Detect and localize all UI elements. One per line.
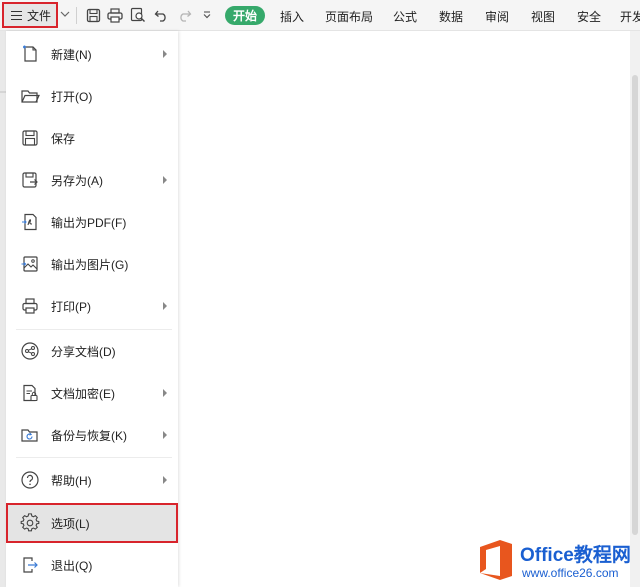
chevron-down-icon[interactable] bbox=[60, 9, 70, 19]
undo-icon[interactable] bbox=[152, 6, 170, 24]
encrypt-doc-icon bbox=[23, 384, 38, 402]
menu-item-options[interactable]: 选项(L) bbox=[6, 503, 178, 543]
export-image-icon bbox=[21, 256, 38, 272]
menu-item-help[interactable]: 帮助(H) bbox=[6, 460, 178, 500]
save-icon[interactable] bbox=[84, 6, 102, 24]
submenu-arrow-icon bbox=[163, 431, 167, 439]
tab-review[interactable]: 审阅 bbox=[485, 8, 509, 25]
menu-item-backup-restore[interactable]: 备份与恢复(K) bbox=[6, 415, 178, 455]
menu-item-export-image[interactable]: 输出为图片(G) bbox=[6, 244, 178, 284]
gear-icon bbox=[20, 513, 40, 532]
tab-page-layout[interactable]: 页面布局 bbox=[325, 8, 373, 25]
customize-arrow-icon[interactable] bbox=[198, 6, 216, 24]
tab-data[interactable]: 数据 bbox=[439, 8, 463, 25]
print-preview-icon[interactable] bbox=[129, 6, 147, 24]
print-icon[interactable] bbox=[106, 6, 124, 24]
new-file-icon bbox=[23, 45, 37, 62]
menu-item-save-as[interactable]: 另存为(A) bbox=[6, 160, 178, 200]
file-menu: 新建(N) 打开(O) 保存 另存为(A) 输出为PDF(F) 输出为图片(G)… bbox=[6, 31, 178, 587]
print-icon bbox=[22, 298, 38, 314]
menu-item-exit[interactable]: 退出(Q) bbox=[6, 545, 178, 585]
menu-item-new[interactable]: 新建(N) bbox=[6, 34, 178, 74]
help-icon bbox=[21, 471, 39, 489]
vertical-scrollbar[interactable] bbox=[630, 31, 640, 587]
tab-formulas[interactable]: 公式 bbox=[393, 8, 417, 25]
export-pdf-icon bbox=[22, 213, 37, 231]
toolbar-divider bbox=[76, 7, 77, 24]
tab-start[interactable]: 开始 bbox=[225, 6, 265, 25]
menu-item-label: 另存为(A) bbox=[51, 173, 103, 188]
menu-item-share[interactable]: 分享文档(D) bbox=[6, 331, 178, 371]
menu-item-label: 输出为图片(G) bbox=[51, 257, 129, 272]
menu-item-label: 新建(N) bbox=[51, 47, 92, 62]
menu-item-label: 保存 bbox=[51, 131, 76, 146]
save-as-icon bbox=[22, 172, 38, 188]
menu-divider bbox=[16, 329, 172, 330]
menu-item-label: 分享文档(D) bbox=[51, 344, 116, 359]
submenu-arrow-icon bbox=[163, 389, 167, 397]
file-menu-button[interactable]: 文件 bbox=[2, 2, 58, 28]
top-toolbar: 文件 开始 插入 页面布局 公式 数据 审阅 视图 安全 开发 bbox=[0, 0, 640, 31]
share-icon bbox=[21, 342, 39, 360]
backup-restore-icon bbox=[21, 429, 38, 442]
watermark-brand: Office教程网 bbox=[520, 545, 631, 566]
submenu-arrow-icon bbox=[163, 476, 167, 484]
tab-insert[interactable]: 插入 bbox=[280, 8, 304, 25]
menu-divider bbox=[16, 457, 172, 458]
menu-item-label: 帮助(H) bbox=[51, 473, 92, 488]
watermark: Office教程网 www.office26.com bbox=[474, 530, 640, 587]
menu-item-export-pdf[interactable]: 输出为PDF(F) bbox=[6, 202, 178, 242]
document-area[interactable] bbox=[178, 31, 630, 587]
tab-security[interactable]: 安全 bbox=[577, 8, 601, 25]
redo-icon[interactable] bbox=[175, 6, 193, 24]
menu-item-label: 输出为PDF(F) bbox=[51, 215, 127, 230]
menu-item-label: 备份与恢复(K) bbox=[51, 428, 127, 443]
scrollbar-thumb[interactable] bbox=[632, 75, 638, 535]
watermark-url: www.office26.com bbox=[522, 566, 619, 580]
menu-item-encrypt[interactable]: 文档加密(E) bbox=[6, 373, 178, 413]
menu-item-label: 打开(O) bbox=[51, 89, 93, 104]
menu-item-print[interactable]: 打印(P) bbox=[6, 286, 178, 326]
menu-item-label: 文档加密(E) bbox=[51, 386, 115, 401]
submenu-arrow-icon bbox=[163, 50, 167, 58]
save-icon bbox=[22, 130, 38, 146]
submenu-arrow-icon bbox=[163, 302, 167, 310]
hamburger-icon bbox=[11, 10, 22, 20]
office-logo-icon bbox=[480, 540, 512, 580]
file-menu-label: 文件 bbox=[27, 8, 52, 23]
menu-item-open[interactable]: 打开(O) bbox=[6, 76, 178, 116]
menu-item-label: 选项(L) bbox=[51, 516, 90, 531]
tab-developer[interactable]: 开发 bbox=[620, 8, 640, 25]
tab-view[interactable]: 视图 bbox=[531, 8, 555, 25]
folder-open-icon bbox=[21, 90, 40, 103]
menu-item-label: 退出(Q) bbox=[51, 558, 93, 573]
exit-icon bbox=[23, 557, 38, 573]
menu-item-label: 打印(P) bbox=[51, 299, 91, 314]
submenu-arrow-icon bbox=[163, 176, 167, 184]
menu-item-save[interactable]: 保存 bbox=[6, 118, 178, 158]
